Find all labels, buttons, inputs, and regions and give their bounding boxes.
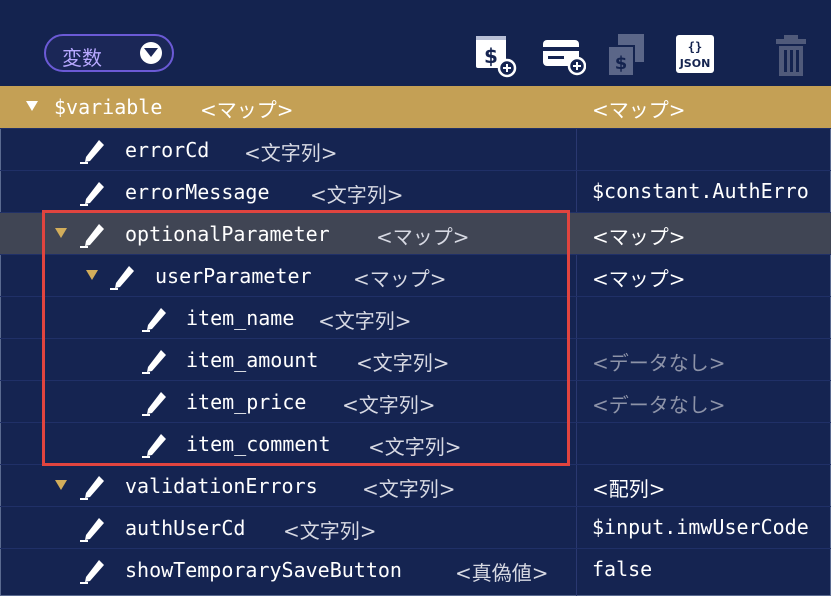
row-name: item_name [186, 306, 295, 330]
add-structure-button[interactable] [542, 34, 587, 78]
chevron-down-icon [140, 42, 162, 64]
row-type: <マップ> [353, 267, 447, 291]
tree-row[interactable]: validationErrors <文字列> <配列> [0, 464, 831, 506]
row-name: item_comment [186, 432, 331, 456]
row-type: <文字列> [356, 351, 450, 375]
expand-triangle-icon[interactable] [55, 228, 67, 238]
add-variable-button[interactable]: $ [474, 34, 518, 78]
row-name: authUserCd [125, 516, 246, 540]
row-name: item_price [186, 390, 307, 414]
tree-row-selected[interactable]: optionalParameter <マップ> <マップ> [0, 212, 831, 254]
row-value: $constant.AuthErro [592, 179, 809, 203]
svg-text:JSON: JSON [679, 57, 711, 70]
row-type: <マップ> [376, 225, 470, 249]
pencil-icon[interactable] [80, 180, 106, 206]
variable-type-select[interactable]: 変数 [44, 34, 174, 72]
tree-row-variable[interactable]: $variable <マップ> <マップ> [0, 86, 831, 128]
variable-select-label: 変数 [62, 46, 102, 70]
row-name: validationErrors [125, 474, 318, 498]
row-type: <文字列> [283, 519, 377, 543]
tree-row[interactable]: errorCd <文字列> [0, 128, 831, 170]
row-type: <文字列> [244, 141, 338, 165]
pencil-icon[interactable] [142, 432, 168, 458]
row-value: <配列> [592, 477, 666, 501]
pencil-icon[interactable] [80, 558, 106, 584]
row-type: <文字列> [310, 183, 404, 207]
toolbar: 変数 $ $ {} JSON [0, 0, 831, 86]
dollar-copy-icon: $ [607, 34, 644, 77]
copy-variable-button[interactable]: $ [606, 34, 650, 78]
row-name: optionalParameter [125, 222, 330, 246]
dollar-add-icon: $ [476, 36, 517, 78]
pencil-icon[interactable] [142, 306, 168, 332]
row-type: <マップ> [200, 98, 294, 122]
row-name: $variable [54, 95, 163, 119]
row-value: <マップ> [592, 225, 686, 249]
pencil-icon[interactable] [142, 390, 168, 416]
row-name: errorCd [125, 138, 210, 162]
tree-row[interactable]: item_price <文字列> <データなし> [0, 380, 831, 422]
svg-text:$: $ [484, 44, 498, 68]
json-button[interactable]: {} JSON [674, 34, 718, 78]
tree-row[interactable]: userParameter <マップ> <マップ> [0, 254, 831, 296]
row-name: errorMessage [125, 180, 270, 204]
svg-text:$: $ [615, 53, 628, 74]
row-name: showTemporarySaveButton [125, 558, 402, 582]
svg-text:{}: {} [688, 40, 702, 54]
row-value: <マップ> [592, 98, 686, 122]
row-type: <文字列> [368, 435, 462, 459]
tree-row[interactable]: item_amount <文字列> <データなし> [0, 338, 831, 380]
card-add-icon [543, 40, 587, 76]
pencil-icon[interactable] [80, 222, 106, 248]
expand-triangle-icon[interactable] [55, 480, 67, 490]
row-value: $input.imwUserCode [592, 515, 809, 539]
row-type: <文字列> [318, 309, 412, 333]
row-value: <データなし> [592, 393, 726, 417]
row-value: <データなし> [592, 351, 726, 375]
tree-row[interactable]: item_name <文字列> [0, 296, 831, 338]
tree-row[interactable]: item_comment <文字列> [0, 422, 831, 464]
expand-triangle-icon[interactable] [26, 101, 38, 111]
tree-row[interactable]: showTemporarySaveButton <真偽値> false [0, 548, 831, 590]
tree-row[interactable]: authUserCd <文字列> $input.imwUserCode [0, 506, 831, 548]
row-value: false [592, 557, 653, 581]
pencil-icon[interactable] [142, 348, 168, 374]
pencil-icon[interactable] [80, 138, 106, 164]
tree-row[interactable]: errorMessage <文字列> $constant.AuthErro [0, 170, 831, 212]
row-type: <真偽値> [455, 561, 549, 585]
row-type: <文字列> [342, 393, 436, 417]
row-type: <文字列> [362, 477, 456, 501]
pencil-icon[interactable] [110, 264, 136, 290]
delete-button[interactable] [770, 34, 814, 78]
pencil-icon[interactable] [80, 474, 106, 500]
row-name: userParameter [155, 264, 312, 288]
row-name: item_amount [186, 348, 319, 372]
trash-icon [776, 35, 806, 76]
expand-triangle-icon[interactable] [86, 270, 98, 280]
json-icon: {} JSON [676, 35, 714, 73]
row-value: <マップ> [592, 267, 686, 291]
pencil-icon[interactable] [80, 516, 106, 542]
